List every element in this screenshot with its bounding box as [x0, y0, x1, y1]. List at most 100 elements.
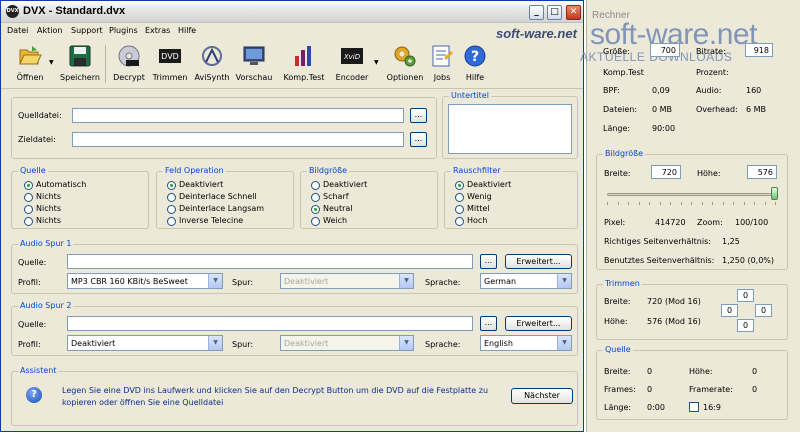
noise-radio-deaktiviert[interactable]: Deaktiviert: [455, 180, 511, 191]
menu-extras[interactable]: Extras: [145, 26, 170, 35]
crop-width-mod: (Mod 16): [665, 297, 701, 306]
audio1-track-select[interactable]: Deaktiviert ▼: [280, 273, 414, 289]
source-length-label: Länge:: [604, 403, 632, 412]
noise-radio-hoch[interactable]: Hoch: [455, 216, 487, 227]
radio-label: Nichts: [36, 204, 61, 213]
source-file-input[interactable]: [72, 108, 404, 123]
svg-text:XviD: XviD: [343, 53, 361, 61]
subtitles-title: Untertitel: [449, 91, 491, 100]
field-radio-deaktiviert[interactable]: Deaktiviert: [167, 180, 223, 191]
audio2-language-select[interactable]: English ▼: [480, 335, 572, 351]
subtitles-list[interactable]: [448, 104, 572, 154]
comp-test-button[interactable]: Komp.Test: [283, 42, 325, 88]
source-width-value: 0: [647, 367, 653, 376]
chevron-down-icon: ▼: [208, 274, 222, 288]
field-radio-deinterlace-schnell[interactable]: Deinterlace Schnell: [167, 192, 257, 203]
encoder-dropdown-icon[interactable]: ▼: [374, 59, 382, 66]
save-button[interactable]: Speichern: [59, 42, 101, 88]
overhead-label: Overhead:: [696, 105, 738, 114]
resize-radio-deaktiviert[interactable]: Deaktiviert: [311, 180, 367, 191]
size-input[interactable]: 700: [650, 43, 680, 57]
subtitles-group: Untertitel: [442, 91, 578, 159]
audio-track-2-group: Audio Spur 2 Quelle: ... Erweitert... Pr…: [11, 301, 578, 356]
audio2-track-select[interactable]: Deaktiviert ▼: [280, 335, 414, 351]
crop-top-input[interactable]: 0: [737, 289, 754, 302]
minimize-button[interactable]: _: [529, 5, 544, 20]
decrypt-button[interactable]: Decrypt: [108, 42, 150, 88]
resize-radio-weich[interactable]: Weich: [311, 216, 347, 227]
trim-button[interactable]: DVD Trimmen: [149, 42, 191, 88]
crop-group: Trimmen Breite: 720 (Mod 16) Höhe: 576 (…: [596, 279, 788, 340]
avisynth-button[interactable]: AviSynth: [191, 42, 233, 88]
slider-tick: [691, 202, 692, 205]
percent-label: Prozent:: [696, 68, 729, 77]
resize-radio-scharf[interactable]: Scharf: [311, 192, 349, 203]
menu-datei[interactable]: Datei: [7, 26, 28, 35]
radio-dot: [167, 217, 176, 226]
crop-bottom-input[interactable]: 0: [737, 319, 754, 332]
noise-filter-title: Rauschfilter: [451, 166, 503, 175]
crop-left-input[interactable]: 0: [721, 304, 738, 317]
source-radio-nichts-2[interactable]: Nichts: [24, 204, 61, 215]
audio1-language-value: German: [484, 277, 517, 286]
resize-radio-neutral[interactable]: Neutral: [311, 204, 353, 215]
slider-tick: [754, 202, 755, 205]
audio2-browse-button[interactable]: ...: [480, 316, 497, 331]
resize-title: Bildgröße: [307, 166, 350, 175]
menu-aktion[interactable]: Aktion: [37, 26, 62, 35]
widescreen-checkbox[interactable]: [689, 402, 699, 412]
next-button[interactable]: Nächster: [511, 388, 573, 404]
close-button[interactable]: ✕: [566, 5, 581, 20]
picture-size-title: Bildgröße: [603, 149, 646, 158]
menu-support[interactable]: Support: [71, 26, 103, 35]
slider-tick: [764, 202, 766, 205]
source-radio-nichts-3[interactable]: Nichts: [24, 216, 61, 227]
radio-dot: [24, 205, 33, 214]
picture-width-input[interactable]: 720: [651, 165, 681, 179]
zoom-slider[interactable]: [607, 193, 775, 196]
noise-radio-mittel[interactable]: Mittel: [455, 204, 490, 215]
avisynth-icon: [202, 46, 222, 66]
source-file-label: Quelldatei:: [18, 111, 62, 120]
field-radio-deinterlace-langsam[interactable]: Deinterlace Langsam: [167, 204, 264, 215]
radio-label: Inverse Telecine: [179, 216, 244, 225]
bitrate-input[interactable]: 918: [745, 43, 773, 57]
comp-test-label: Komp.Test: [283, 73, 325, 82]
field-radio-inverse-telecine[interactable]: Inverse Telecine: [167, 216, 243, 227]
encoder-button[interactable]: XviD Encoder: [331, 42, 373, 88]
open-dropdown-icon[interactable]: ▼: [49, 59, 57, 66]
title-bar[interactable]: DVX DVX - Standard.dvx _ □ ✕: [1, 1, 583, 23]
crop-right-input[interactable]: 0: [755, 304, 772, 317]
radio-label: Weich: [323, 216, 348, 225]
source-radio-automatisch[interactable]: Automatisch: [24, 180, 86, 191]
open-button[interactable]: Öffnen: [9, 42, 51, 88]
maximize-button[interactable]: □: [547, 5, 562, 20]
xvid-encoder-icon: XviD: [341, 48, 363, 64]
audio-bitrate-label: Audio:: [696, 86, 722, 95]
menu-hilfe[interactable]: Hilfe: [178, 26, 196, 35]
help-toolbar-button[interactable]: ? Hilfe: [454, 42, 496, 88]
audio1-profile-select[interactable]: MP3 CBR 160 KBit/s BeSweet ▼: [67, 273, 223, 289]
target-file-input[interactable]: [72, 132, 404, 147]
audio1-language-select[interactable]: German ▼: [480, 273, 572, 289]
source-radio-nichts-1[interactable]: Nichts: [24, 192, 61, 203]
source-file-browse-button[interactable]: ...: [410, 108, 427, 123]
audio2-source-input[interactable]: [67, 316, 473, 331]
audio2-profile-select[interactable]: Deaktiviert ▼: [67, 335, 223, 351]
length-value: 90:00: [652, 124, 676, 133]
audio1-source-input[interactable]: [67, 254, 473, 269]
noise-radio-wenig[interactable]: Wenig: [455, 192, 492, 203]
zoom-slider-thumb[interactable]: [771, 187, 778, 200]
source-type-title: Quelle: [18, 166, 48, 175]
menu-plugins[interactable]: Plugins: [109, 26, 138, 35]
audio1-language-label: Sprache:: [425, 278, 461, 287]
picture-height-input[interactable]: 576: [747, 165, 777, 179]
watermark-small: soft-ware.net: [496, 26, 577, 41]
files-group: Quelldatei: ... Zieldatei: ...: [11, 97, 437, 159]
radio-label: Deinterlace Langsam: [179, 204, 265, 213]
audio1-browse-button[interactable]: ...: [480, 254, 497, 269]
audio1-advanced-button[interactable]: Erweitert...: [505, 254, 572, 269]
audio2-advanced-button[interactable]: Erweitert...: [505, 316, 572, 331]
preview-button[interactable]: Vorschau: [233, 42, 275, 88]
target-file-browse-button[interactable]: ...: [410, 132, 427, 147]
